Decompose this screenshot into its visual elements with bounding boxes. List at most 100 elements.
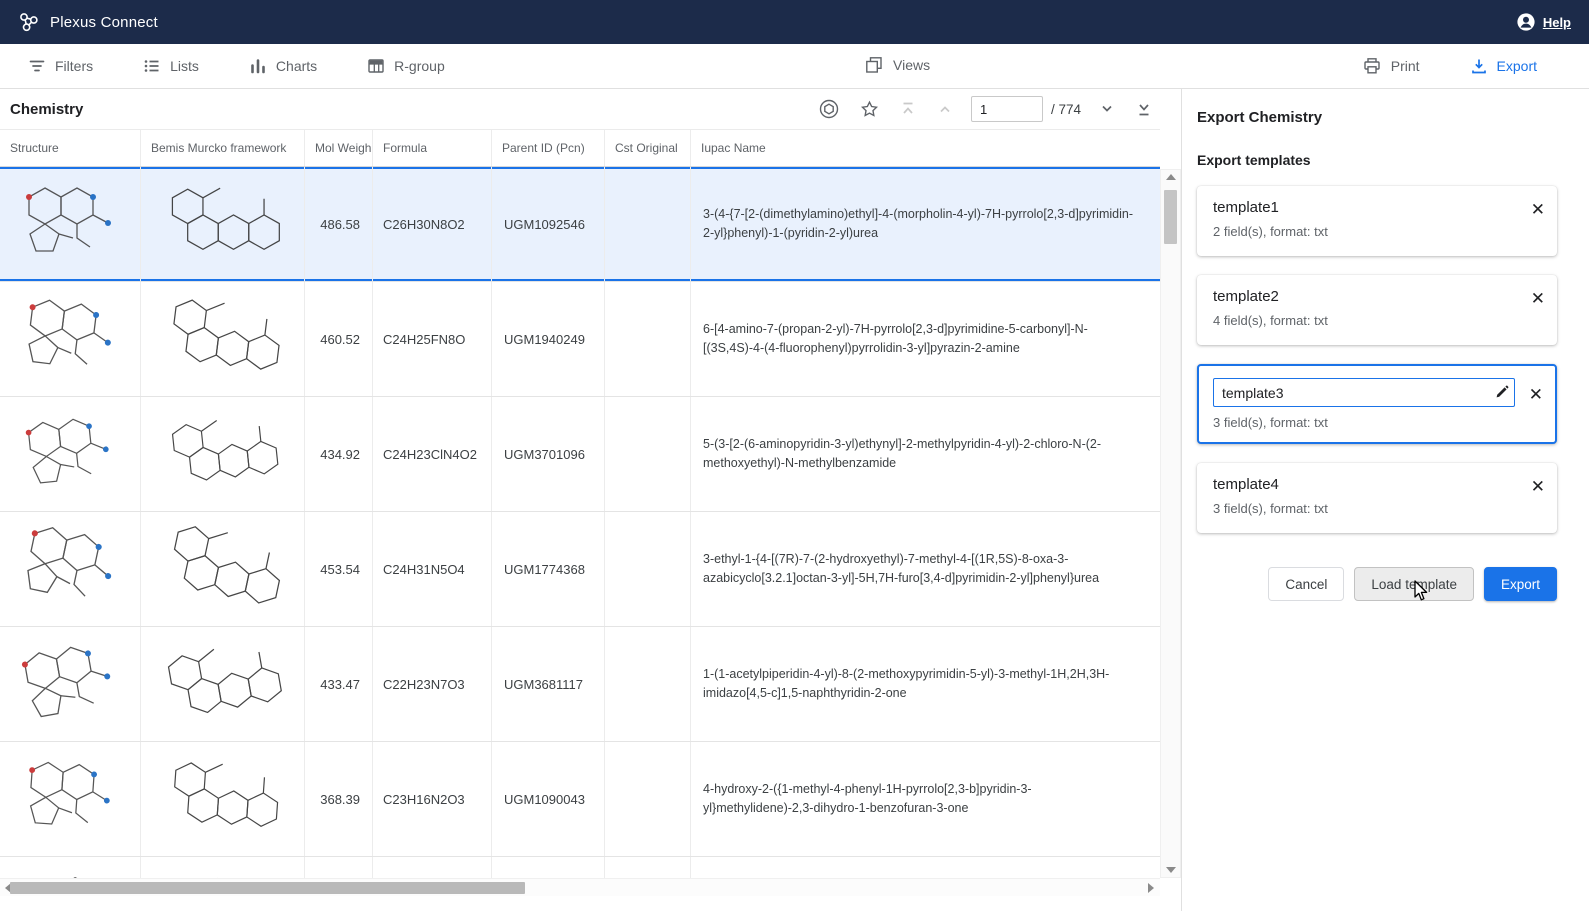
horizontal-scroll-thumb[interactable] bbox=[10, 882, 525, 894]
mol-weight-cell bbox=[305, 857, 373, 878]
framework-cell bbox=[141, 857, 305, 878]
table-row[interactable]: 486.58 C26H30N8O2 UGM1092546 3-(4-{7-[2-… bbox=[0, 167, 1160, 282]
column-header-formula[interactable]: Formula bbox=[373, 130, 492, 166]
first-record-button[interactable] bbox=[897, 98, 919, 120]
last-page-icon bbox=[1135, 100, 1153, 118]
structure-cell bbox=[0, 282, 141, 396]
template-name: template4 bbox=[1213, 476, 1517, 493]
parent-id-cell: UGM3681117 bbox=[492, 627, 605, 741]
table-row[interactable] bbox=[0, 857, 1160, 878]
rgroup-label: R-group bbox=[394, 58, 445, 74]
cst-original-cell bbox=[605, 742, 691, 856]
filters-label: Filters bbox=[55, 58, 93, 74]
table-row[interactable]: 460.52 C24H25FN8O UGM1940249 6-[4-amino-… bbox=[0, 282, 1160, 397]
column-header-cst-original[interactable]: Cst Original bbox=[605, 130, 691, 166]
formula-cell: C24H23ClN4O2 bbox=[373, 397, 492, 511]
views-button[interactable]: Views bbox=[858, 49, 936, 81]
column-header-parent-id[interactable]: Parent ID (Pcn) bbox=[492, 130, 605, 166]
bottom-gap bbox=[0, 896, 1181, 911]
template-card-1[interactable]: template1 2 field(s), format: txt ✕ bbox=[1197, 186, 1557, 256]
edit-name-button[interactable] bbox=[1494, 384, 1510, 400]
table-row[interactable]: 433.47 C22H23N7O3 UGM3681117 1-(1-acetyl… bbox=[0, 627, 1160, 742]
structure-search-button[interactable] bbox=[816, 96, 842, 122]
cancel-button[interactable]: Cancel bbox=[1268, 567, 1344, 601]
close-icon: ✕ bbox=[1531, 289, 1545, 308]
murcko-framework-image bbox=[141, 512, 305, 626]
scroll-down-arrow-icon[interactable] bbox=[1166, 867, 1176, 873]
column-header-mol-weight[interactable]: Mol Weigh bbox=[305, 130, 373, 166]
chevron-up-icon bbox=[936, 100, 954, 118]
record-pager: / 774 bbox=[971, 96, 1081, 122]
table-row[interactable]: 368.39 C23H16N2O3 UGM1090043 4-hydroxy-2… bbox=[0, 742, 1160, 857]
chemistry-table: Structure Bemis Murcko framework Mol Wei… bbox=[0, 129, 1160, 878]
scroll-right-arrow-icon[interactable] bbox=[1148, 883, 1154, 893]
table-row[interactable]: 453.54 C24H31N5O4 UGM1774368 3-ethyl-1-{… bbox=[0, 512, 1160, 627]
download-icon bbox=[1470, 57, 1488, 75]
template-name-edit-row bbox=[1213, 378, 1515, 407]
record-number-input[interactable] bbox=[971, 96, 1043, 122]
previous-record-button[interactable] bbox=[934, 98, 956, 120]
formula-cell: C24H31N5O4 bbox=[373, 512, 492, 626]
app-title: Plexus Connect bbox=[50, 14, 158, 31]
content: Chemistry bbox=[0, 89, 1589, 911]
charts-button[interactable]: Charts bbox=[243, 51, 323, 81]
printer-icon bbox=[1362, 56, 1382, 76]
remove-template-button[interactable]: ✕ bbox=[1529, 476, 1547, 497]
close-icon: ✕ bbox=[1531, 477, 1545, 496]
next-record-button[interactable] bbox=[1096, 98, 1118, 120]
help-link[interactable]: Help bbox=[1543, 15, 1571, 30]
main-toolbar: Filters Lists Charts R-group Views bbox=[0, 44, 1589, 89]
scroll-up-arrow-icon[interactable] bbox=[1166, 174, 1176, 180]
close-icon: ✕ bbox=[1529, 385, 1543, 404]
formula-cell: C22H23N7O3 bbox=[373, 627, 492, 741]
load-template-button[interactable]: Load template bbox=[1354, 567, 1474, 601]
structure-cell bbox=[0, 397, 141, 511]
remove-template-button[interactable]: ✕ bbox=[1527, 384, 1545, 405]
vertical-scrollbar[interactable] bbox=[1160, 129, 1181, 878]
cst-original-cell bbox=[605, 167, 691, 281]
views-label: Views bbox=[893, 57, 930, 73]
pencil-icon bbox=[1494, 384, 1510, 400]
iupac-name-cell: 4-hydroxy-2-({1-methyl-4-phenyl-1H-pyrro… bbox=[691, 742, 1160, 856]
iupac-name-cell: 5-(3-[2-(6-aminopyridin-3-yl)ethynyl]-2-… bbox=[691, 397, 1160, 511]
cst-original-cell bbox=[605, 282, 691, 396]
remove-template-button[interactable]: ✕ bbox=[1529, 199, 1547, 220]
iupac-name-cell bbox=[691, 857, 1160, 878]
export-button[interactable]: Export bbox=[1464, 50, 1543, 82]
template-name-input[interactable] bbox=[1213, 378, 1515, 407]
vertical-scroll-track[interactable] bbox=[1160, 169, 1181, 878]
last-record-button[interactable] bbox=[1133, 98, 1155, 120]
top-bar: Plexus Connect Help bbox=[0, 0, 1589, 44]
murcko-framework-image bbox=[146, 743, 298, 855]
rgroup-button[interactable]: R-group bbox=[361, 51, 451, 81]
structure-cell bbox=[0, 167, 141, 281]
lists-button[interactable]: Lists bbox=[137, 51, 205, 81]
column-header-framework[interactable]: Bemis Murcko framework bbox=[141, 130, 305, 166]
murcko-framework-image bbox=[145, 858, 300, 878]
column-header-structure[interactable]: Structure bbox=[0, 130, 141, 166]
record-total: / 774 bbox=[1051, 102, 1081, 117]
mol-weight-cell: 486.58 bbox=[305, 167, 373, 281]
print-button[interactable]: Print bbox=[1356, 50, 1426, 82]
cst-original-cell bbox=[605, 627, 691, 741]
remove-template-button[interactable]: ✕ bbox=[1529, 288, 1547, 309]
horizontal-scrollbar[interactable] bbox=[0, 878, 1160, 896]
export-panel-title: Export Chemistry bbox=[1197, 109, 1557, 126]
favorite-star-button[interactable] bbox=[857, 97, 882, 122]
template-card-2[interactable]: template2 4 field(s), format: txt ✕ bbox=[1197, 275, 1557, 345]
framework-cell bbox=[141, 282, 305, 396]
column-header-iupac-name[interactable]: Iupac Name bbox=[691, 130, 1160, 166]
template-details: 3 field(s), format: txt bbox=[1213, 415, 1515, 430]
panel-actions: Cancel Load template Export bbox=[1197, 567, 1557, 601]
page-title: Chemistry bbox=[10, 101, 83, 118]
table-row[interactable]: 434.92 C24H23ClN4O2 UGM3701096 5-(3-[2-(… bbox=[0, 397, 1160, 512]
parent-id-cell: UGM3701096 bbox=[492, 397, 605, 511]
bar-chart-icon bbox=[249, 57, 267, 75]
vertical-scroll-thumb[interactable] bbox=[1164, 190, 1177, 244]
filters-button[interactable]: Filters bbox=[22, 51, 99, 81]
template-card-4[interactable]: template4 3 field(s), format: txt ✕ bbox=[1197, 463, 1557, 533]
template-card-3-editing[interactable]: 3 field(s), format: txt ✕ bbox=[1197, 364, 1557, 444]
structure-cell bbox=[0, 857, 141, 878]
export-confirm-button[interactable]: Export bbox=[1484, 567, 1557, 601]
iupac-name-cell: 3-(4-{7-[2-(dimethylamino)ethyl]-4-(morp… bbox=[691, 167, 1160, 281]
